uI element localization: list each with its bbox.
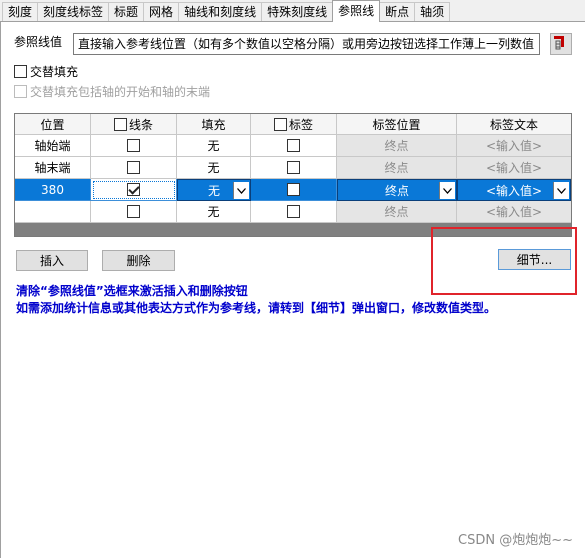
chevron-down-icon[interactable]: [233, 182, 249, 199]
cell-label-text: <输入值>: [457, 135, 571, 157]
header-label-text: 标签: [288, 117, 313, 132]
tab-rug[interactable]: 轴须: [414, 2, 451, 21]
tab-tick-labels[interactable]: 刻度线标签: [37, 2, 110, 21]
cell-line[interactable]: [91, 157, 177, 179]
tab-axis-ticks[interactable]: 轴线和刻度线: [178, 2, 263, 21]
delete-button[interactable]: 删除: [102, 250, 175, 271]
cell-position[interactable]: [15, 201, 91, 223]
cell-label-text-dropdown[interactable]: <输入值>: [457, 179, 571, 201]
line-checkbox[interactable]: [127, 139, 140, 152]
reference-lines-grid: 位置 线条 填充 标签 标签位置 标签文本 轴始端 无 终点 <输入值> 轴末端…: [14, 113, 572, 237]
header-label-checkbox[interactable]: [273, 117, 287, 131]
label-checkbox[interactable]: [287, 205, 300, 218]
cell-fill-dropdown[interactable]: 无: [177, 179, 251, 201]
cell-label-position: 终点: [337, 135, 457, 157]
header-position: 位置: [15, 114, 91, 135]
cell-fill[interactable]: 无: [177, 135, 251, 157]
line-checkbox[interactable]: [127, 183, 140, 196]
header-label-position: 标签位置: [337, 114, 457, 135]
tab-breaks[interactable]: 断点: [379, 2, 416, 21]
table-row[interactable]: 无 终点 <输入值>: [15, 201, 571, 223]
header-line[interactable]: 线条: [91, 114, 177, 135]
label-checkbox[interactable]: [287, 139, 300, 152]
cell-label-text: <输入值>: [457, 157, 571, 179]
tab-special-ticks[interactable]: 特殊刻度线: [261, 2, 334, 21]
alternate-fill-include-label: 交替填充包括轴的开始和轴的末端: [30, 85, 211, 99]
cell-line[interactable]: [91, 201, 177, 223]
tab-strip: 刻度 刻度线标签 标题 网格 轴线和刻度线 特殊刻度线 参照线 断点 轴须: [0, 0, 585, 22]
tab-grid[interactable]: 网格: [143, 2, 180, 21]
select-range-button[interactable]: [550, 33, 572, 55]
cell-label[interactable]: [251, 179, 337, 201]
label-text-value: <输入值>: [485, 183, 543, 198]
label-checkbox[interactable]: [287, 183, 300, 196]
header-label[interactable]: 标签: [251, 114, 337, 135]
chevron-down-icon[interactable]: [439, 182, 455, 199]
cell-line[interactable]: [91, 179, 177, 201]
cell-label-position: 终点: [337, 157, 457, 179]
label-checkbox[interactable]: [287, 161, 300, 174]
cell-line[interactable]: [91, 135, 177, 157]
fill-value: 无: [207, 183, 220, 198]
cell-label[interactable]: [251, 157, 337, 179]
cell-label-position: 终点: [337, 201, 457, 223]
tab-title[interactable]: 标题: [108, 2, 145, 21]
alternate-fill-checkbox[interactable]: [14, 65, 27, 78]
cell-label-text: <输入值>: [457, 201, 571, 223]
line-checkbox[interactable]: [127, 205, 140, 218]
alternate-fill-include-option: 交替填充包括轴的开始和轴的末端: [14, 83, 210, 100]
alternate-fill-label: 交替填充: [30, 65, 79, 79]
insert-button[interactable]: 插入: [16, 250, 88, 271]
table-row[interactable]: 轴始端 无 终点 <输入值>: [15, 135, 571, 157]
chevron-down-icon[interactable]: [553, 182, 569, 199]
cell-position[interactable]: 轴始端: [15, 135, 91, 157]
header-label-text-col: 标签文本: [457, 114, 571, 135]
cell-label[interactable]: [251, 201, 337, 223]
cell-position[interactable]: 轴末端: [15, 157, 91, 179]
cell-label-position-dropdown[interactable]: 终点: [337, 179, 457, 201]
cell-position[interactable]: 380: [15, 179, 91, 201]
cell-label[interactable]: [251, 135, 337, 157]
line-checkbox[interactable]: [127, 161, 140, 174]
label-position-value: 终点: [384, 183, 409, 198]
reference-value-label: 参照线值: [14, 35, 63, 49]
grid-header-row: 位置 线条 填充 标签 标签位置 标签文本: [15, 114, 571, 135]
reference-lines-panel: 参照线值 交替填充 交替填充包括轴的开始和轴的末端 位置 线条 填充 标签 标签…: [0, 22, 585, 558]
info-text-line1: 清除“参照线值”选框来激活插入和删除按钮: [16, 284, 248, 298]
info-text-line2: 如需添加统计信息或其他表达方式作为参考线，请转到【细节】弹出窗口，修改数值类型。: [16, 301, 497, 315]
detail-button[interactable]: 细节...: [498, 249, 571, 270]
header-line-label: 线条: [128, 117, 153, 132]
select-range-icon: [553, 35, 569, 54]
tab-reference-lines[interactable]: 参照线: [332, 0, 381, 22]
table-row[interactable]: 轴末端 无 终点 <输入值>: [15, 157, 571, 179]
alternate-fill-include-checkbox: [14, 85, 27, 98]
cell-fill[interactable]: 无: [177, 157, 251, 179]
reference-value-input[interactable]: [73, 33, 540, 55]
header-line-checkbox[interactable]: [113, 117, 127, 131]
watermark: CSDN @炮炮炮~~: [458, 533, 573, 548]
cell-fill[interactable]: 无: [177, 201, 251, 223]
table-row-selected[interactable]: 380 无 终点 <输入值>: [15, 179, 571, 201]
alternate-fill-option[interactable]: 交替填充: [14, 63, 78, 80]
header-fill: 填充: [177, 114, 251, 135]
tab-scale[interactable]: 刻度: [2, 2, 39, 21]
